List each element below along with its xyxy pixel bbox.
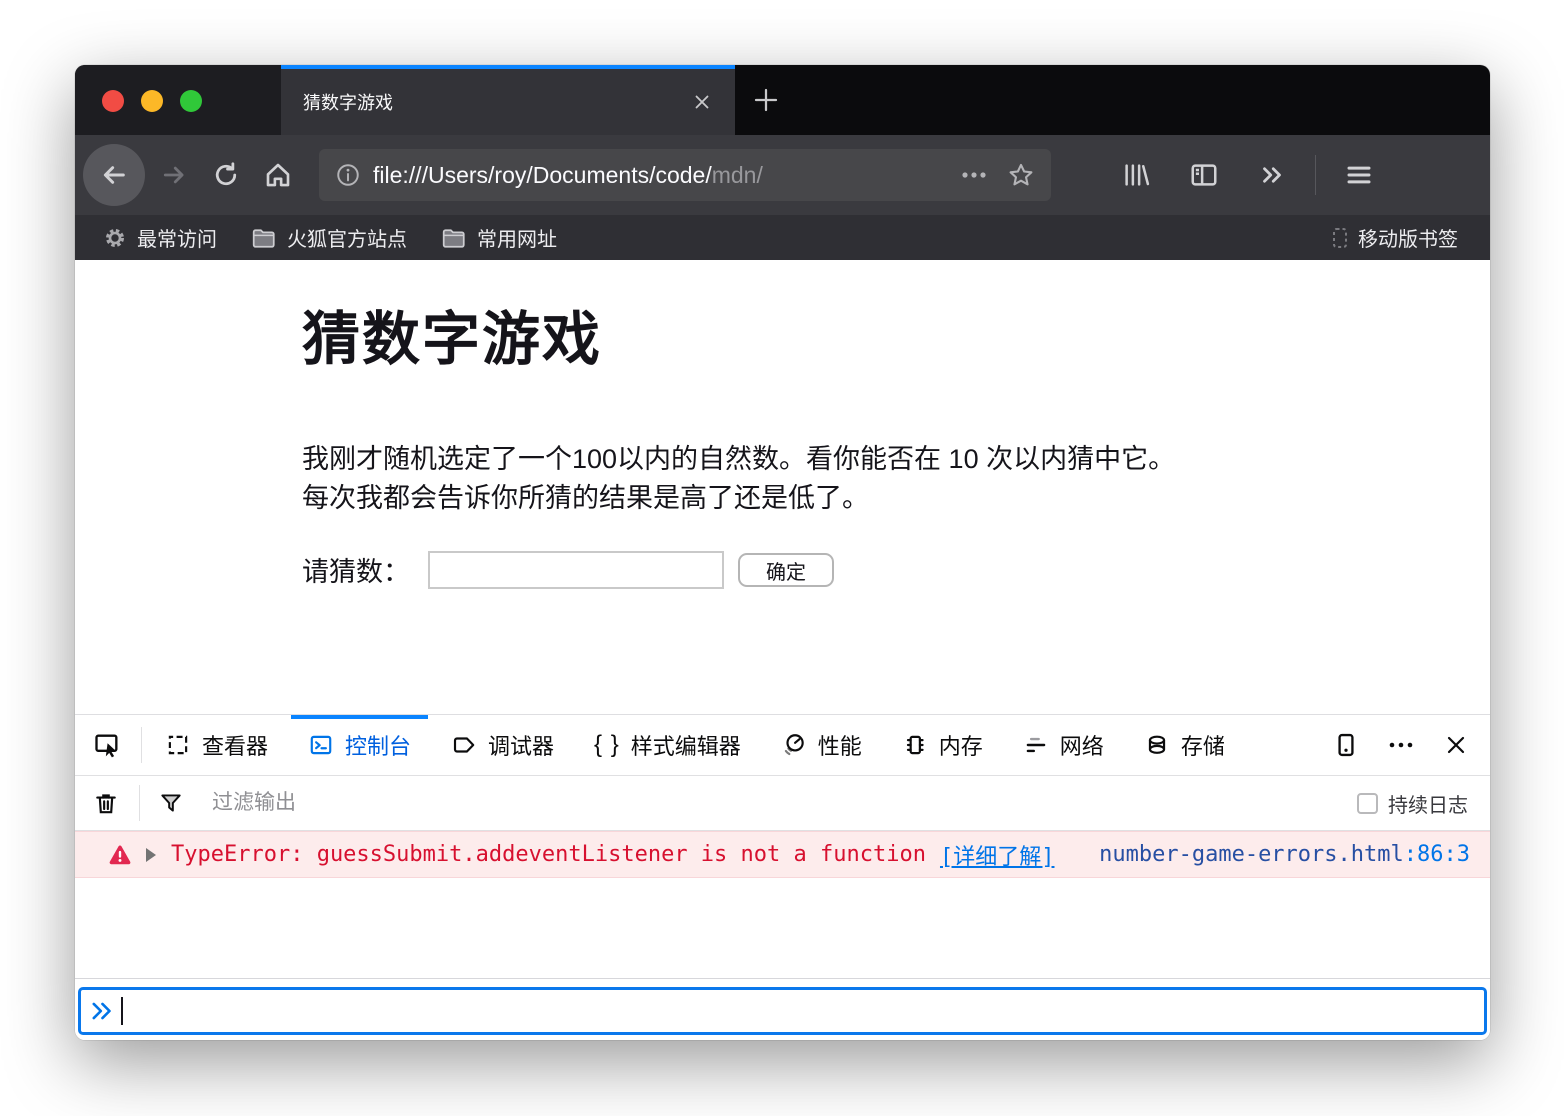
console-input[interactable]	[78, 987, 1487, 1035]
bookmark-label: 最常访问	[137, 223, 217, 252]
tab-memory[interactable]: 内存	[885, 715, 1000, 775]
trash-icon	[93, 790, 119, 816]
sidebar-button[interactable]	[1189, 160, 1219, 190]
console-input-area	[75, 978, 1490, 1040]
meatball-menu-icon	[1386, 732, 1416, 758]
menu-button[interactable]	[1344, 160, 1374, 190]
console-filter-bar: 持续日志	[75, 776, 1490, 831]
persist-logs-toggle[interactable]: 持续日志	[1357, 789, 1468, 818]
tab-debugger[interactable]: 调试器	[434, 715, 571, 775]
home-button[interactable]	[263, 160, 293, 190]
console-prompt-icon	[90, 998, 116, 1024]
network-icon	[1023, 732, 1049, 758]
text-cursor	[121, 997, 123, 1025]
console-icon	[308, 732, 334, 758]
reload-button[interactable]	[211, 160, 241, 190]
phone-icon	[1330, 226, 1350, 250]
guess-input[interactable]	[428, 551, 724, 589]
console-output-area[interactable]	[75, 878, 1490, 978]
bookmark-folder-firefox-sites[interactable]: 火狐官方站点	[251, 223, 407, 252]
site-info-icon[interactable]	[335, 162, 361, 188]
browser-window: 猜数字游戏 file:///Users/roy/Documents/code/m…	[75, 65, 1490, 1040]
submit-guess-button[interactable]: 确定	[738, 553, 834, 587]
funnel-icon	[158, 790, 184, 816]
close-devtools-button[interactable]	[1444, 733, 1468, 757]
guess-form: 请猜数： 确定	[302, 550, 834, 589]
page-actions-icon[interactable]	[957, 162, 991, 188]
url-text: file:///Users/roy/Documents/code/mdn/	[373, 162, 947, 189]
close-window-button[interactable]	[102, 90, 124, 112]
gear-icon	[103, 226, 127, 250]
bookmark-folder-common-sites[interactable]: 常用网址	[441, 223, 557, 252]
navigation-toolbar: file:///Users/roy/Documents/code/mdn/	[75, 135, 1490, 215]
forward-button[interactable]	[159, 160, 189, 190]
responsive-mode-icon	[1334, 731, 1358, 759]
tab-performance[interactable]: 性能	[764, 715, 879, 775]
learn-more-link[interactable]: [详细了解]	[940, 839, 1055, 871]
persist-logs-checkbox[interactable]	[1357, 793, 1378, 814]
devtools-options-button[interactable]	[1386, 732, 1416, 758]
close-icon	[1444, 733, 1468, 757]
devtools-toolbox-tabs: 查看器 控制台 调试器 { } 样式编辑器 性能 内存	[75, 715, 1490, 776]
devtools-meta-buttons	[1334, 715, 1468, 775]
minimize-window-button[interactable]	[141, 90, 163, 112]
zoom-window-button[interactable]	[180, 90, 202, 112]
library-button[interactable]	[1121, 160, 1151, 190]
bookmarks-toolbar: 最常访问 火狐官方站点 常用网址 移动版书签	[75, 215, 1490, 260]
close-tab-icon[interactable]	[691, 91, 713, 113]
back-button[interactable]	[83, 144, 145, 206]
bookmark-label: 移动版书签	[1358, 223, 1458, 252]
overflow-chevrons-icon[interactable]	[1257, 160, 1287, 190]
bookmark-star-icon[interactable]	[1007, 161, 1035, 189]
tab-bar: 猜数字游戏	[75, 65, 1490, 135]
devtools-separator	[141, 727, 142, 763]
inspector-icon	[165, 732, 191, 758]
clear-console-button[interactable]	[93, 790, 119, 816]
browser-tab[interactable]: 猜数字游戏	[281, 65, 735, 135]
page-content: 猜数字游戏 我刚才随机选定了一个100以内的自然数。看你能否在 10 次以内猜中…	[75, 260, 1490, 714]
error-message: TypeError: guessSubmit.addeventListener …	[171, 842, 926, 867]
bookmark-label: 常用网址	[477, 223, 557, 252]
console-error-row[interactable]: TypeError: guessSubmit.addeventListener …	[75, 831, 1490, 878]
folder-icon	[251, 226, 277, 250]
tab-inspector[interactable]: 查看器	[148, 715, 285, 775]
expand-error-caret-icon[interactable]	[146, 848, 156, 862]
toolbar-separator	[1315, 155, 1316, 195]
filter-separator	[139, 785, 140, 821]
traffic-lights	[102, 90, 202, 112]
bookmark-item-most-visited[interactable]: 最常访问	[103, 223, 217, 252]
folder-icon	[441, 226, 467, 250]
new-tab-button[interactable]	[747, 81, 785, 119]
responsive-design-mode-button[interactable]	[1334, 731, 1358, 759]
filter-button[interactable]	[158, 790, 184, 816]
debugger-icon	[451, 732, 477, 758]
error-source-link[interactable]: number-game-errors.html:86:3	[1099, 842, 1470, 867]
tab-storage[interactable]: 存储	[1127, 715, 1242, 775]
tab-title: 猜数字游戏	[303, 89, 393, 115]
pick-element-button[interactable]	[93, 715, 121, 775]
performance-icon	[781, 732, 807, 758]
persist-logs-label: 持续日志	[1388, 789, 1468, 818]
intro-paragraph: 我刚才随机选定了一个100以内的自然数。看你能否在 10 次以内猜中它。每次我都…	[302, 440, 1202, 518]
error-icon	[107, 842, 133, 868]
back-arrow-icon	[98, 159, 130, 191]
url-bar[interactable]: file:///Users/roy/Documents/code/mdn/	[319, 149, 1051, 201]
devtools-panel: 查看器 控制台 调试器 { } 样式编辑器 性能 内存	[75, 714, 1490, 1040]
braces-icon: { }	[594, 731, 620, 759]
bookmark-item-mobile-bookmarks[interactable]: 移动版书签	[1330, 223, 1458, 252]
storage-icon	[1144, 732, 1170, 758]
filter-output-input[interactable]	[210, 790, 1357, 816]
guess-label: 请猜数：	[302, 550, 410, 589]
tab-console[interactable]: 控制台	[291, 715, 428, 775]
memory-icon	[902, 732, 928, 758]
tab-style-editor[interactable]: { } 样式编辑器	[577, 715, 758, 775]
tab-network[interactable]: 网络	[1006, 715, 1121, 775]
bookmark-label: 火狐官方站点	[287, 223, 407, 252]
page-title: 猜数字游戏	[302, 308, 602, 372]
